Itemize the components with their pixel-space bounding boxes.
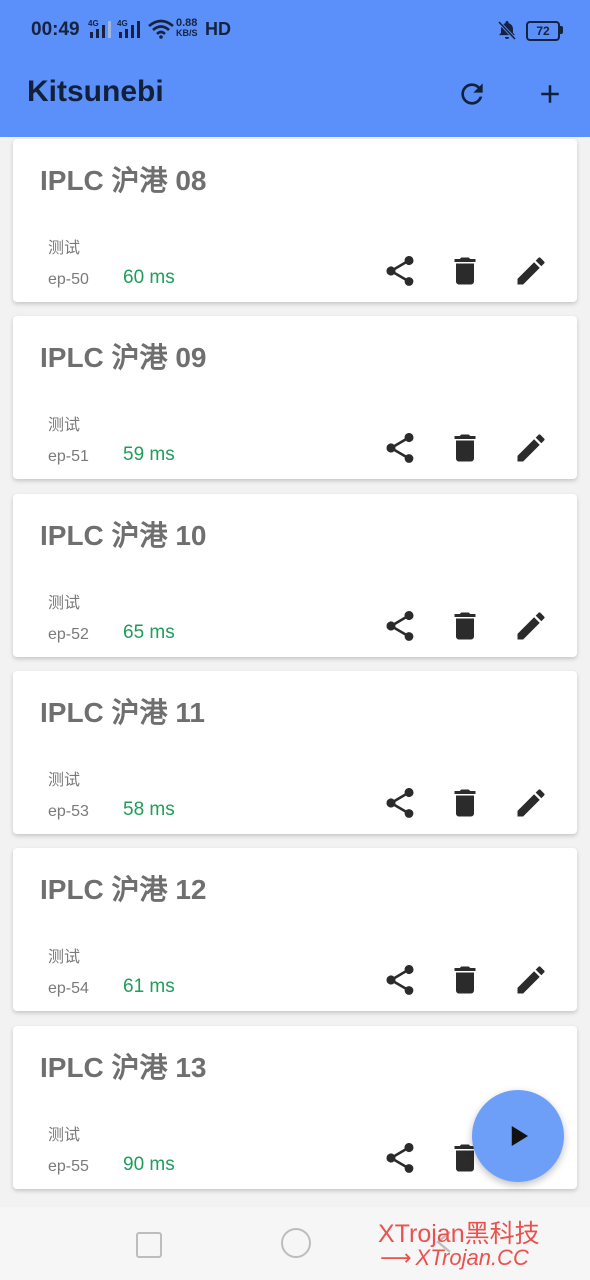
delete-button[interactable] [445,783,485,823]
signal-icon-2: 4G [117,19,140,38]
delete-icon [454,257,476,285]
share-icon [386,610,414,641]
share-button[interactable] [380,251,420,291]
server-group: 测试 [48,1126,81,1144]
share-button[interactable] [380,783,420,823]
edit-icon [517,789,545,817]
delete-icon [454,789,476,817]
server-endpoint: ep-50 [48,271,89,288]
wifi-icon [148,19,174,39]
share-button[interactable] [380,428,420,468]
share-icon [386,433,414,464]
server-group: 测试 [48,771,81,789]
edit-icon [517,966,545,994]
server-name: IPLC 沪港 09 [40,342,207,374]
edit-button[interactable] [511,960,551,1000]
share-button[interactable] [380,1138,420,1178]
delete-button[interactable] [445,428,485,468]
refresh-button[interactable] [452,74,492,114]
sim2-label: 4G [117,19,128,28]
server-endpoint: ep-55 [48,1157,89,1175]
delete-icon [454,612,476,640]
server-latency: 59 ms [123,444,175,466]
share-button[interactable] [380,606,420,646]
signal-icon: 4G [88,19,111,38]
server-card[interactable]: IPLC 沪港 11 测试 ep-53 58 ms [13,670,577,834]
home-button[interactable] [281,1228,311,1258]
server-group: 测试 [48,417,81,435]
app-title: Kitsunebi [27,75,164,108]
server-card[interactable]: IPLC 沪港 09 测试 ep-51 59 ms [13,316,577,480]
arrow-icon: ⟶ [380,1245,412,1270]
add-button[interactable] [530,74,570,114]
mute-bell-icon [497,20,517,41]
plus-icon [541,85,559,103]
delete-button[interactable] [445,606,485,646]
share-button[interactable] [380,960,420,1000]
server-card[interactable]: IPLC 沪港 08 测试 ep-50 60 ms [13,139,577,302]
server-latency: 58 ms [123,798,175,820]
server-group: 测试 [48,594,81,612]
play-icon [511,1126,528,1146]
share-icon [386,1142,414,1173]
edit-icon [517,434,545,462]
edit-button[interactable] [511,428,551,468]
server-list: IPLC 沪港 08 测试 ep-50 60 ms IPLC 沪港 09 测试 ep-51 5… [0,137,590,1207]
recents-button[interactable] [136,1232,162,1258]
status-time: 00:49 [31,19,80,40]
server-name: IPLC 沪港 11 [40,696,205,728]
edit-icon [517,257,545,285]
server-endpoint: ep-53 [48,802,89,820]
server-name: IPLC 沪港 10 [40,519,207,551]
share-icon [386,255,414,286]
sim1-label: 4G [88,19,99,28]
start-button[interactable] [472,1090,564,1182]
delete-button[interactable] [445,960,485,1000]
watermark-url-line: ⟶ XTrojan.CC [380,1245,529,1271]
net-speed-unit: KB/S [176,28,198,38]
server-endpoint: ep-51 [48,448,89,466]
hd-indicator: HD [205,19,231,39]
refresh-icon [461,83,483,105]
edit-icon [517,612,545,640]
server-latency: 60 ms [123,267,175,288]
edit-button[interactable] [511,251,551,291]
server-card[interactable]: IPLC 沪港 12 测试 ep-54 61 ms [13,848,577,1012]
share-icon [386,965,414,996]
server-group: 测试 [48,949,81,967]
net-speed: 0.88 KB/S [176,18,198,38]
server-latency: 61 ms [123,976,175,998]
delete-icon [454,434,476,462]
delete-icon [454,966,476,994]
edit-button[interactable] [511,783,551,823]
delete-button[interactable] [445,251,485,291]
share-icon [386,787,414,818]
battery-indicator: 72 [526,21,560,41]
server-endpoint: ep-54 [48,980,89,998]
server-endpoint: ep-52 [48,625,89,643]
server-card[interactable]: IPLC 沪港 10 测试 ep-52 65 ms [13,493,577,657]
battery-tip [560,26,563,34]
server-name: IPLC 沪港 13 [40,1051,207,1083]
watermark-url: XTrojan.CC [415,1245,529,1270]
server-name: IPLC 沪港 12 [40,874,207,906]
edit-button[interactable] [511,606,551,646]
server-group: 测试 [48,240,81,257]
server-name: IPLC 沪港 08 [40,165,207,196]
status-bar: 00:49 4G 4G 0.88 KB/S HD 72 [0,0,590,62]
app-header: 00:49 4G 4G 0.88 KB/S HD 72 Kitsunebi [0,0,590,137]
server-latency: 65 ms [123,621,175,643]
server-latency: 90 ms [123,1153,175,1175]
